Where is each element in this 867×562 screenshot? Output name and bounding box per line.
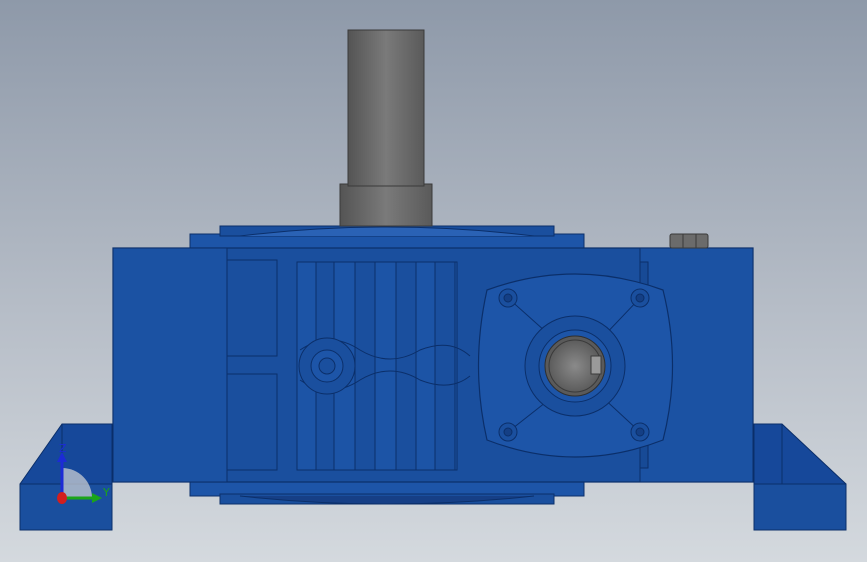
cooling-ribs	[296, 261, 471, 471]
worm-gearbox-model[interactable]	[19, 29, 847, 531]
top-flange	[189, 225, 585, 249]
3d-model-viewport[interactable]	[0, 0, 867, 562]
right-mounting-foot	[753, 423, 847, 531]
breather-plug	[669, 233, 709, 249]
input-shaft	[339, 29, 433, 227]
left-mounting-foot	[19, 423, 113, 531]
output-bore	[544, 335, 606, 397]
bottom-flange	[189, 481, 585, 505]
